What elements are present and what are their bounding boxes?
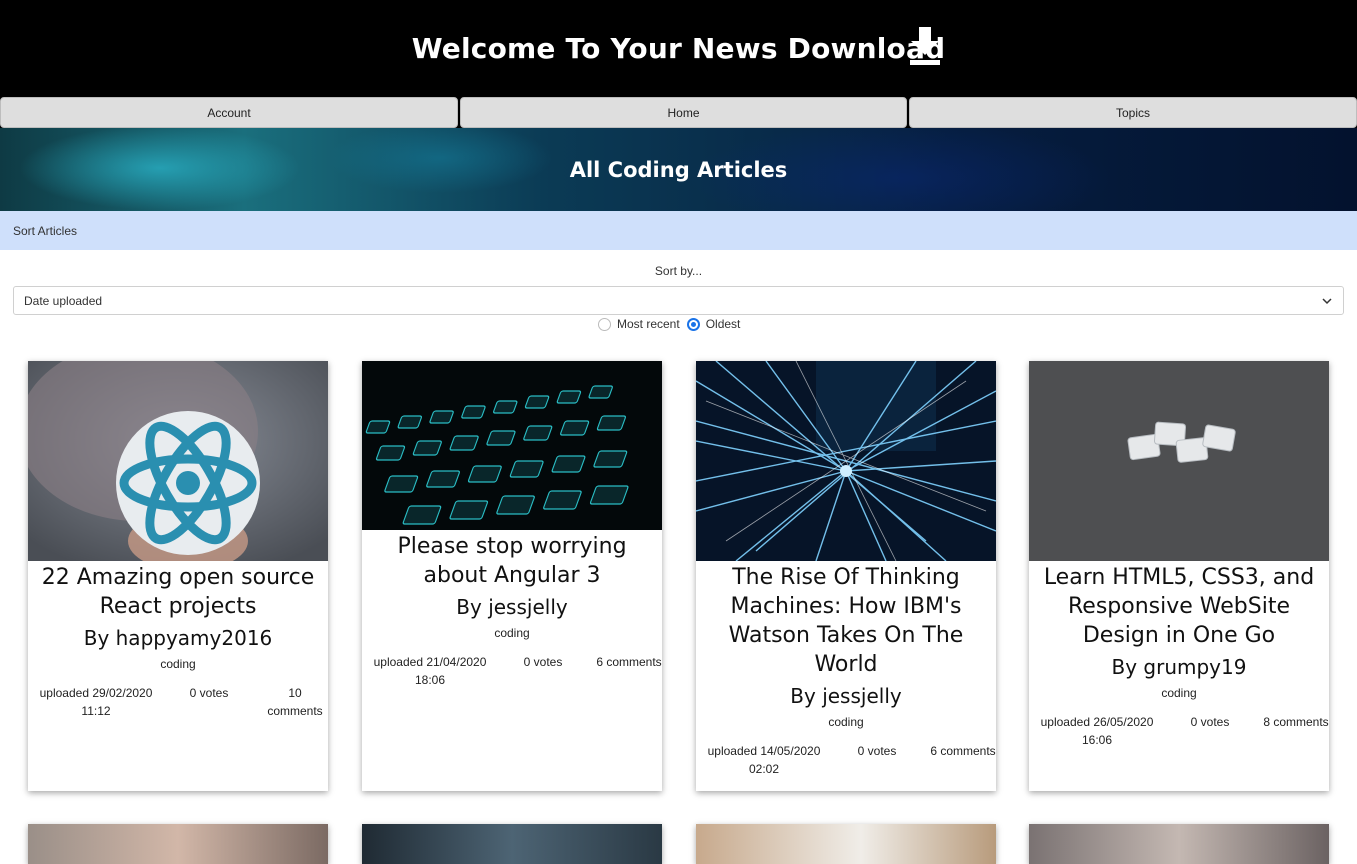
article-meta: uploaded 26/05/2020 16:06 0 votes 8 comm…	[1029, 713, 1329, 749]
article-uploaded: uploaded 14/05/2020 02:02	[707, 744, 821, 776]
article-uploaded: uploaded 21/04/2020 18:06	[373, 655, 487, 687]
nav-account-button[interactable]: Account	[0, 97, 458, 128]
article-card-image-partial[interactable]	[28, 824, 328, 864]
article-uploaded: uploaded 29/02/2020 11:12	[39, 686, 153, 718]
react-logo-image	[28, 361, 328, 561]
article-topic: coding	[828, 715, 864, 729]
article-card[interactable]: 22 Amazing open source React projects By…	[28, 361, 328, 791]
article-meta: uploaded 14/05/2020 02:02 0 votes 6 comm…	[696, 742, 996, 778]
article-comments: 6 comments	[930, 744, 996, 758]
oldest-label: Oldest	[705, 317, 741, 331]
html-tiles-image	[1029, 361, 1329, 561]
page-title: All Coding Articles	[569, 157, 788, 182]
article-author: By grumpy19	[1111, 655, 1247, 679]
site-header: Welcome To Your News Download	[0, 0, 1357, 97]
article-card-image-partial[interactable]	[696, 824, 996, 864]
article-card[interactable]: The Rise Of Thinking Machines: How IBM's…	[696, 361, 996, 791]
article-topic: coding	[494, 626, 530, 640]
article-votes: 0 votes	[189, 686, 229, 700]
article-votes: 0 votes	[523, 655, 563, 669]
sort-order-radios: Most recent Oldest	[598, 316, 747, 332]
oldest-radio[interactable]	[686, 317, 700, 331]
nav-home-button[interactable]: Home	[460, 97, 907, 128]
article-uploaded: uploaded 26/05/2020 16:06	[1040, 715, 1154, 747]
article-meta: uploaded 29/02/2020 11:12 0 votes 10 com…	[28, 684, 328, 720]
most-recent-radio[interactable]	[598, 317, 611, 331]
article-title[interactable]: Please stop worrying about Angular 3	[362, 532, 662, 590]
chevron-down-icon	[1322, 298, 1332, 305]
main-nav: Account Home Topics	[0, 97, 1357, 129]
network-lights-image	[696, 361, 996, 561]
article-card-image-partial[interactable]	[1029, 824, 1329, 864]
article-card[interactable]: Learn HTML5, CSS3, and Responsive WebSit…	[1029, 361, 1329, 791]
site-title: Welcome To Your News Download	[411, 32, 946, 65]
most-recent-label: Most recent	[617, 317, 680, 331]
nav-topics-button[interactable]: Topics	[909, 97, 1357, 128]
article-comments: 6 comments	[596, 655, 662, 669]
sort-articles-toggle[interactable]: Sort Articles	[0, 211, 1357, 250]
article-comments: 10 comments	[267, 686, 323, 718]
article-author: By happyamy2016	[83, 626, 273, 650]
article-meta: uploaded 21/04/2020 18:06 0 votes 6 comm…	[362, 653, 662, 689]
keyboard-image	[362, 361, 662, 530]
article-author: By jessjelly	[790, 684, 902, 708]
article-votes: 0 votes	[857, 744, 897, 758]
article-title[interactable]: 22 Amazing open source React projects	[28, 563, 328, 621]
sort-by-label: Sort by...	[654, 264, 703, 278]
sort-by-selected-value: Date uploaded	[24, 293, 103, 308]
article-comments: 8 comments	[1263, 715, 1329, 729]
article-author: By jessjelly	[456, 595, 568, 619]
article-topic: coding	[1161, 686, 1197, 700]
article-card[interactable]: Please stop worrying about Angular 3 By …	[362, 361, 662, 791]
article-topic: coding	[160, 657, 196, 671]
topic-banner: All Coding Articles	[0, 128, 1357, 211]
article-votes: 0 votes	[1190, 715, 1230, 729]
sort-articles-label: Sort Articles	[13, 223, 78, 238]
article-card-image-partial[interactable]	[362, 824, 662, 864]
download-icon[interactable]	[908, 27, 942, 67]
article-title[interactable]: Learn HTML5, CSS3, and Responsive WebSit…	[1029, 563, 1329, 650]
sort-by-select[interactable]: Date uploaded	[13, 286, 1344, 315]
article-title[interactable]: The Rise Of Thinking Machines: How IBM's…	[696, 563, 996, 679]
